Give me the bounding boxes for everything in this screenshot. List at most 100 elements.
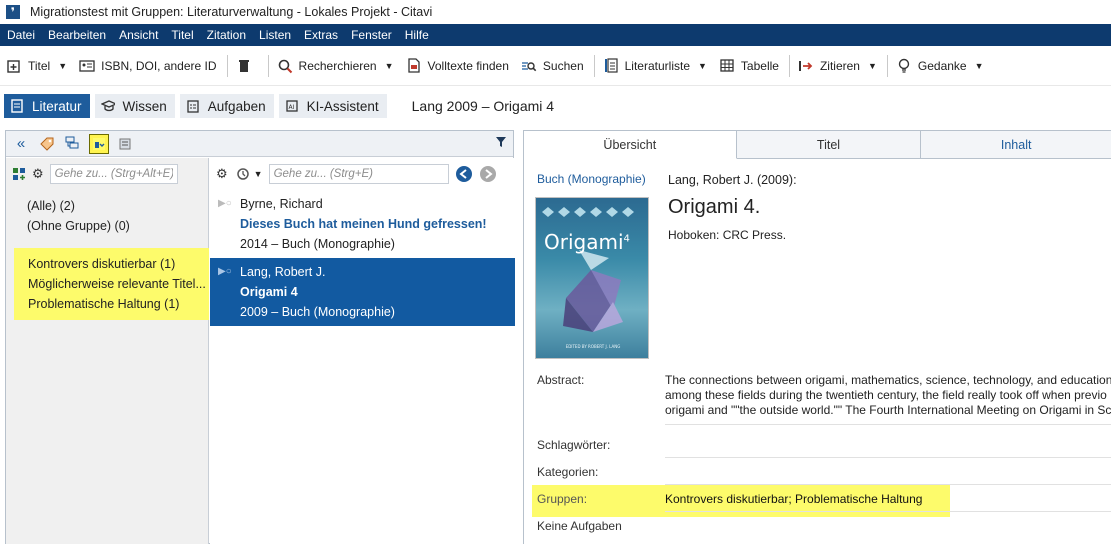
menu-bearbeiten[interactable]: Bearbeiten bbox=[44, 28, 106, 42]
window-title: Migrationstest mit Gruppen: Literaturver… bbox=[30, 5, 433, 19]
suchen-button[interactable]: Suchen bbox=[519, 53, 586, 79]
cover-title: Origami4 bbox=[544, 230, 630, 254]
tab-titel[interactable]: Titel bbox=[737, 131, 922, 159]
forward-arrow-icon[interactable] bbox=[479, 165, 497, 183]
toolbar-divider bbox=[226, 54, 228, 77]
citavi-logo-icon: ❜ bbox=[6, 5, 20, 19]
navigation-bar: Literatur Wissen Aufgaben AI KI-Assisten… bbox=[0, 86, 1111, 126]
categories-label: Kategorien: bbox=[537, 465, 599, 479]
reference-author: Byrne, Richard bbox=[240, 197, 323, 211]
sort-icon[interactable] bbox=[236, 167, 250, 181]
add-title-label: Titel bbox=[28, 58, 51, 73]
volltexte-button[interactable]: Volltexte finden bbox=[404, 53, 511, 79]
field-divider bbox=[665, 511, 1111, 512]
current-reference-title: Lang 2009 – Origami 4 bbox=[411, 98, 555, 114]
gear-icon[interactable]: ⚙ bbox=[216, 166, 228, 182]
tab-literatur[interactable]: Literatur bbox=[4, 94, 90, 118]
category-icon[interactable] bbox=[64, 135, 82, 153]
filter-icon[interactable] bbox=[495, 136, 507, 151]
menu-extras[interactable]: Extras bbox=[300, 28, 338, 42]
detail-tabs: Übersicht Titel Inhalt bbox=[524, 131, 1111, 159]
gedanke-button[interactable]: Gedanke ▼ bbox=[894, 53, 986, 79]
references-search-input[interactable] bbox=[268, 164, 449, 184]
highlighted-groups: Kontrovers diskutierbar (1) Möglicherwei… bbox=[14, 248, 209, 320]
menu-listen[interactable]: Listen bbox=[255, 28, 291, 42]
search-online-icon bbox=[277, 58, 293, 74]
literaturliste-label: Literaturliste bbox=[624, 58, 690, 73]
tab-wissen[interactable]: Wissen bbox=[94, 94, 175, 118]
keyword-icon[interactable] bbox=[38, 135, 56, 153]
reference-title: Dieses Buch hat meinen Hund gefressen! bbox=[240, 217, 487, 231]
menu-fenster[interactable]: Fenster bbox=[347, 28, 392, 42]
document-type-link[interactable]: Buch (Monographie) bbox=[537, 172, 646, 186]
group-moeglicherweise[interactable]: Möglicherweise relevante Titel... bbox=[14, 274, 209, 294]
abstract-label: Abstract: bbox=[537, 373, 585, 387]
tabelle-button[interactable]: Tabelle bbox=[717, 53, 781, 79]
reference-item[interactable]: ▶○ Byrne, Richard Dieses Buch hat meinen… bbox=[210, 190, 515, 258]
back-arrow-icon[interactable] bbox=[455, 165, 473, 183]
add-group-icon[interactable] bbox=[12, 167, 26, 181]
reference-main-title: Origami 4. bbox=[668, 196, 761, 218]
isbn-button[interactable]: ISBN, DOI, andere ID bbox=[77, 53, 218, 79]
groups-icon[interactable] bbox=[89, 133, 109, 154]
navigator-toolbar: « bbox=[6, 131, 513, 157]
toolbar-divider bbox=[886, 54, 888, 77]
flag-icon[interactable]: ▶○ bbox=[218, 198, 232, 209]
tab-inhalt[interactable]: Inhalt bbox=[921, 131, 1111, 159]
group-problematisch[interactable]: Problematische Haltung (1) bbox=[14, 294, 209, 314]
delete-button[interactable] bbox=[234, 53, 260, 79]
graduation-cap-icon bbox=[100, 99, 115, 113]
menu-titel[interactable]: Titel bbox=[167, 28, 193, 42]
menu-ansicht[interactable]: Ansicht bbox=[115, 28, 158, 42]
menu-hilfe[interactable]: Hilfe bbox=[401, 28, 429, 42]
groups-label: Gruppen: bbox=[537, 492, 588, 506]
zitieren-button[interactable]: Zitieren ▼ bbox=[796, 53, 879, 79]
status-icon[interactable] bbox=[116, 135, 134, 153]
reference-item-selected[interactable]: ▶○ Lang, Robert J. Origami 4 2009 – Buch… bbox=[210, 258, 515, 326]
chevron-down-icon[interactable]: ▼ bbox=[868, 61, 877, 71]
chevron-down-icon[interactable]: ▼ bbox=[975, 61, 984, 71]
clipboard-icon bbox=[186, 99, 200, 113]
chevron-down-icon[interactable]: ▼ bbox=[698, 61, 707, 71]
table-icon bbox=[719, 58, 735, 74]
recherchieren-button[interactable]: Recherchieren ▼ bbox=[275, 53, 396, 79]
flag-icon[interactable]: ▶○ bbox=[218, 266, 232, 277]
abstract-text[interactable]: The connections between origami, mathema… bbox=[665, 373, 1111, 418]
menu-datei[interactable]: Datei bbox=[3, 28, 35, 42]
chevron-down-icon[interactable]: ▼ bbox=[58, 61, 67, 71]
ai-chip-icon: AI bbox=[285, 99, 299, 113]
reference-meta: 2014 – Buch (Monographie) bbox=[240, 237, 395, 251]
menu-zitation[interactable]: Zitation bbox=[203, 28, 246, 42]
reference-title: Origami 4 bbox=[240, 285, 298, 299]
groups-value[interactable]: Kontrovers diskutierbar; Problematische … bbox=[665, 492, 922, 506]
tab-ki-assistent[interactable]: AI KI-Assistent bbox=[278, 94, 387, 118]
tab-aufgaben-label: Aufgaben bbox=[207, 98, 266, 114]
volltexte-label: Volltexte finden bbox=[427, 58, 509, 73]
tab-uebersicht[interactable]: Übersicht bbox=[524, 131, 737, 159]
tab-ki-assistent-label: KI-Assistent bbox=[306, 98, 379, 114]
chevron-down-icon[interactable]: ▼ bbox=[385, 61, 394, 71]
chevron-down-icon[interactable]: ▼ bbox=[254, 169, 263, 179]
title-bar: ❜ Migrationstest mit Gruppen: Literaturv… bbox=[0, 0, 1111, 24]
add-title-icon bbox=[6, 58, 22, 74]
tab-wissen-label: Wissen bbox=[122, 98, 167, 114]
references-pane: ⚙ ▼ ▶○ Byrne, Richard Dieses Buch hat me… bbox=[210, 158, 515, 544]
keywords-label: Schlagwörter: bbox=[537, 438, 611, 452]
group-kontrovers[interactable]: Kontrovers diskutierbar (1) bbox=[14, 254, 209, 274]
literaturliste-button[interactable]: Literaturliste ▼ bbox=[601, 53, 709, 79]
add-title-button[interactable]: Titel ▼ bbox=[4, 53, 69, 79]
publisher: Hoboken: CRC Press. bbox=[668, 228, 787, 242]
collapse-icon[interactable]: « bbox=[12, 135, 30, 153]
pdf-icon bbox=[406, 58, 422, 74]
gear-icon[interactable]: ⚙ bbox=[32, 166, 44, 182]
tab-aufgaben[interactable]: Aufgaben bbox=[179, 94, 274, 118]
groups-search-input[interactable] bbox=[49, 164, 178, 184]
zitieren-label: Zitieren bbox=[819, 58, 860, 73]
toolbar-divider bbox=[593, 54, 595, 77]
tabelle-label: Tabelle bbox=[740, 58, 779, 73]
group-all[interactable]: (Alle) (2) bbox=[6, 196, 208, 216]
author-year: Lang, Robert J. (2009): bbox=[668, 173, 797, 187]
overview-content: Buch (Monographie) EDITED BY ROBERT J. L… bbox=[524, 160, 1111, 544]
isbn-label: ISBN, DOI, andere ID bbox=[101, 58, 217, 73]
group-none[interactable]: (Ohne Gruppe) (0) bbox=[6, 216, 208, 236]
